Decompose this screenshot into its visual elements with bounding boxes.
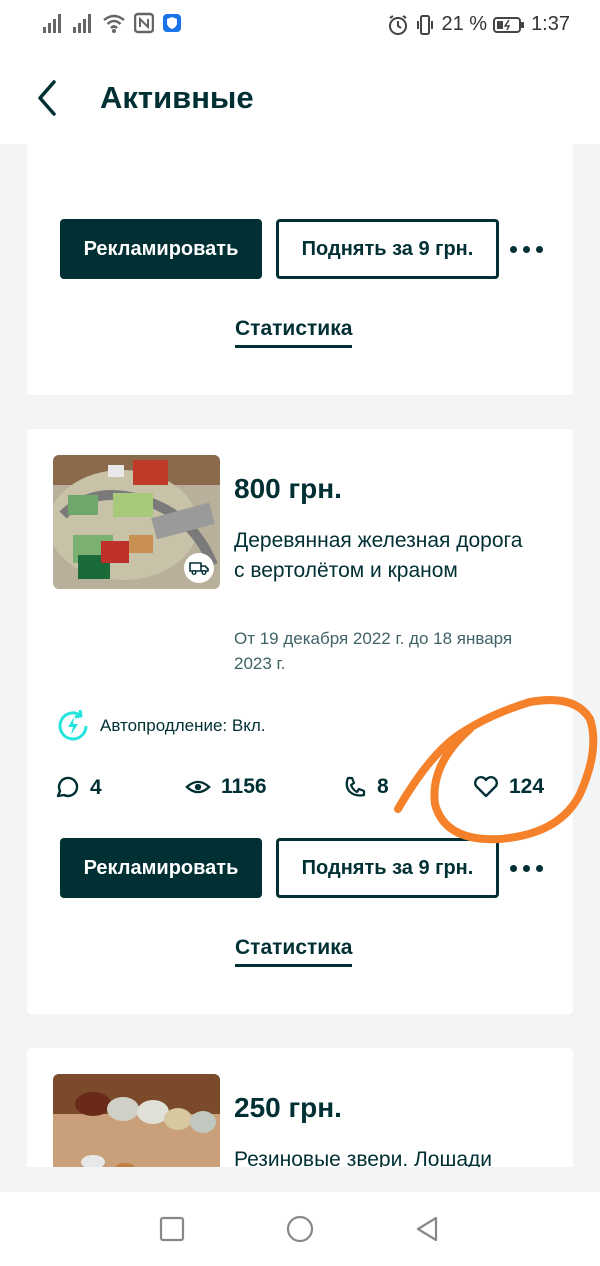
- auto-renew-label: Автопродление: Вкл.: [100, 716, 266, 735]
- statistics-link[interactable]: Статистика: [235, 317, 353, 348]
- ad-stats-row: [54, 144, 554, 156]
- shield-icon: [163, 14, 181, 32]
- battery-icon: [493, 16, 525, 33]
- back-button[interactable]: [30, 76, 66, 120]
- calls-count: 8: [377, 775, 389, 798]
- system-nav-bar: [0, 1192, 600, 1266]
- clock: 1:37: [531, 13, 570, 35]
- raise-button[interactable]: Поднять за 9 грн.: [276, 219, 499, 279]
- favorites-count: 124: [509, 775, 545, 798]
- ad-photo: [53, 1074, 220, 1167]
- favorites-stat: 124: [473, 775, 544, 799]
- circle-icon: [286, 1215, 314, 1243]
- recent-apps-button[interactable]: [157, 1214, 187, 1244]
- views-stat: 1156: [185, 775, 267, 799]
- promote-button[interactable]: Рекламировать: [60, 838, 262, 898]
- arrow-left-icon: [38, 80, 56, 116]
- signal-icon-2: [73, 14, 91, 33]
- heart-icon: [474, 776, 498, 798]
- promote-button[interactable]: Рекламировать: [60, 219, 262, 279]
- status-bar: 21 % 1:37: [0, 0, 600, 52]
- messages-count: 4: [90, 776, 102, 799]
- messages-stat: 4: [54, 775, 102, 801]
- ad-card[interactable]: 250 грн. Резиновые звери. Лошади: [27, 1048, 573, 1167]
- battery-percent: 21 %: [441, 13, 488, 35]
- raise-button[interactable]: Поднять за 9 грн.: [276, 838, 499, 898]
- more-options-button[interactable]: [510, 858, 550, 878]
- lightning-refresh-icon: [58, 709, 88, 741]
- ad-price: 250 грн.: [234, 1092, 342, 1123]
- dot: [523, 245, 530, 253]
- back-nav-button[interactable]: [412, 1214, 442, 1244]
- wifi-icon: [103, 14, 125, 33]
- signal-icon: [43, 14, 61, 33]
- eye-icon: [185, 780, 211, 794]
- dot: [510, 245, 517, 253]
- views-count: 1156: [221, 775, 267, 798]
- statistics-link[interactable]: Статистика: [235, 936, 353, 967]
- triangle-back-icon: [416, 1216, 438, 1242]
- more-options-button[interactable]: [510, 239, 550, 259]
- ad-list[interactable]: Рекламировать Поднять за 9 грн. Статисти…: [0, 144, 600, 1167]
- chat-icon: [56, 776, 79, 798]
- delivery-badge: [184, 553, 214, 583]
- ad-card: Рекламировать Поднять за 9 грн. Статисти…: [27, 144, 573, 395]
- alarm-icon: [389, 14, 408, 35]
- ad-card[interactable]: 800 грн. Деревянная железная дорога с ве…: [27, 429, 573, 1014]
- home-button[interactable]: [285, 1214, 315, 1244]
- ad-thumbnail[interactable]: [53, 1074, 220, 1167]
- dot: [536, 245, 543, 253]
- app-header: Активные: [0, 52, 600, 144]
- ad-thumbnail[interactable]: [53, 455, 220, 589]
- ad-title[interactable]: Резиновые звери. Лошади: [234, 1145, 534, 1167]
- dot: [523, 864, 530, 872]
- page-title: Активные: [100, 80, 254, 115]
- nfc-icon: [134, 12, 154, 34]
- phone-icon: [345, 776, 366, 797]
- ad-title[interactable]: Деревянная железная дорога с вертолётом …: [234, 526, 534, 586]
- vibrate-icon: [417, 14, 434, 35]
- ad-dates: От 19 декабря 2022 г. до 18 января 2023 …: [234, 629, 513, 673]
- dot: [510, 864, 517, 872]
- ad-price: 800 грн.: [234, 473, 342, 504]
- truck-icon: [189, 562, 209, 575]
- calls-stat: 8: [343, 775, 389, 799]
- status-icons-right: 21 % 1:37: [387, 13, 570, 36]
- auto-renew-status: Автопродление: Вкл.: [54, 707, 265, 745]
- status-icons-left: [42, 12, 182, 34]
- square-icon: [159, 1216, 185, 1242]
- dot: [536, 864, 543, 872]
